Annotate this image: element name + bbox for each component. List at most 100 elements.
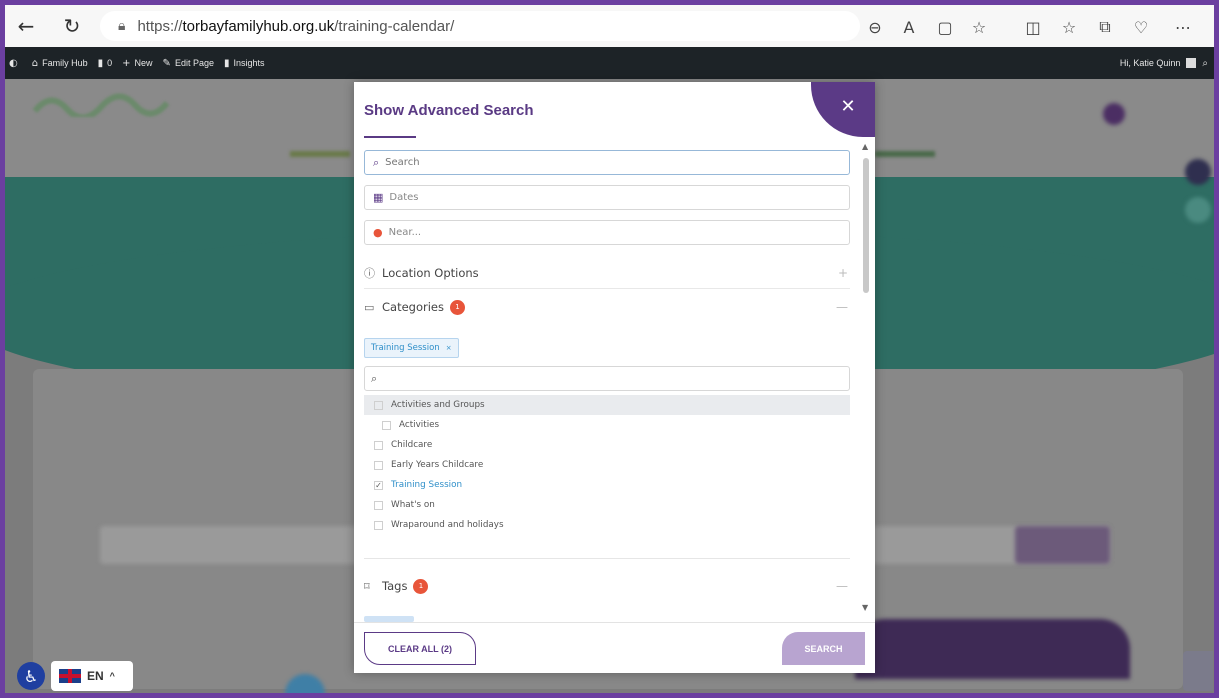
browser-essentials-icon[interactable]: ♡: [1129, 15, 1153, 39]
chevron-up-icon: ^: [109, 671, 115, 681]
category-search-icon: ⌕: [371, 371, 378, 385]
url-domain: torbayfamilyhub.org.uk: [182, 17, 335, 35]
admin-greeting[interactable]: Hi, Katie Quinn: [1120, 58, 1181, 68]
accessibility-icon[interactable]: ♿: [17, 662, 45, 690]
chip-remove-icon[interactable]: ×: [446, 344, 452, 352]
lock-icon: 🔒︎: [118, 18, 126, 34]
plus-icon: +: [122, 57, 131, 69]
bar-chart-icon: ▮: [223, 57, 230, 69]
checkbox[interactable]: [382, 420, 391, 430]
avatar[interactable]: [1186, 58, 1197, 68]
language-selector[interactable]: EN ^: [51, 661, 133, 691]
divider: [364, 558, 850, 559]
tags-label: Tags: [382, 579, 408, 593]
admin-insights-link[interactable]: ▮ Insights: [224, 58, 265, 69]
tags-section[interactable]: ⌑ Tags 1 —: [364, 570, 850, 602]
uk-flag-icon: [59, 669, 81, 683]
pencil-icon: ✎: [162, 57, 171, 69]
dates-placeholder: Dates: [389, 192, 419, 203]
side-icon-2: [1185, 197, 1211, 223]
search-icon: ⌕: [373, 155, 380, 169]
checkbox[interactable]: [374, 460, 383, 470]
collapse-minus-icon[interactable]: —: [836, 579, 848, 593]
split-screen-icon[interactable]: ◫: [1021, 15, 1045, 39]
info-icon: ⓘ: [364, 266, 375, 280]
location-options-label: Location Options: [382, 265, 479, 280]
home-icon: ⌂: [31, 57, 39, 69]
category-option[interactable]: Activities: [364, 415, 850, 435]
page-search-button: [1015, 526, 1110, 564]
chip-label: Training Session: [371, 343, 440, 353]
calendar-icon: ▦: [373, 191, 384, 204]
near-field[interactable]: ● Near...: [364, 220, 850, 245]
expand-plus-icon[interactable]: +: [838, 266, 848, 280]
selected-category-chip[interactable]: Training Session ×: [364, 338, 459, 358]
category-option[interactable]: Wraparound and holidays: [364, 515, 850, 535]
tags-count-badge: 1: [413, 578, 429, 594]
search-button[interactable]: SEARCH: [782, 632, 865, 665]
admin-edit-link[interactable]: ✎ Edit Page: [163, 58, 214, 69]
account-icon: [1103, 103, 1125, 125]
checkbox-checked[interactable]: ✓: [374, 480, 383, 490]
back-icon[interactable]: ←: [11, 11, 41, 41]
url-prefix: https://: [137, 17, 183, 35]
admin-comments-link[interactable]: ▮ 0: [98, 58, 113, 69]
close-button[interactable]: ✕: [811, 82, 875, 137]
side-icon-1: [1185, 159, 1211, 185]
category-option[interactable]: Activities and Groups: [364, 395, 850, 415]
url-path: /training-calendar/: [334, 17, 455, 35]
location-options-section[interactable]: ⓘ Location Options +: [364, 257, 850, 289]
clear-all-button[interactable]: CLEAR ALL (2): [364, 632, 476, 665]
title-underline: [364, 136, 416, 138]
admin-site-link[interactable]: ⌂ Family Hub: [32, 58, 88, 69]
close-icon: ✕: [840, 96, 856, 117]
category-search-input[interactable]: ⌕: [364, 366, 850, 391]
categories-section[interactable]: ▭ Categories 1 —: [364, 291, 850, 323]
favorite-star-icon[interactable]: ☆: [967, 15, 991, 39]
checkbox[interactable]: [374, 500, 383, 510]
refresh-icon[interactable]: ↻: [57, 11, 87, 41]
modal-title: Show Advanced Search: [364, 102, 534, 119]
recaptcha-badge: [1183, 651, 1213, 691]
category-option[interactable]: Childcare: [364, 435, 850, 455]
checkbox[interactable]: [374, 440, 383, 450]
checkbox[interactable]: [374, 400, 383, 410]
site-nav-blur: [290, 151, 350, 161]
near-placeholder: Near...: [388, 227, 422, 238]
advanced-search-modal: Show Advanced Search ✕ ⌕ ▦ Dates ● Near.…: [354, 82, 875, 673]
scrollbar-thumb[interactable]: [863, 158, 869, 293]
wp-logo-icon[interactable]: ◐: [9, 58, 22, 69]
immersive-reader-icon[interactable]: ▢: [933, 15, 957, 39]
collapse-minus-icon[interactable]: —: [836, 300, 848, 314]
category-option[interactable]: What's on: [364, 495, 850, 515]
admin-search-icon[interactable]: ⌕: [1202, 58, 1208, 69]
collections-icon[interactable]: ⧉: [1093, 15, 1117, 39]
browser-window: ← ↻ 🔒︎ https://torbayfamilyhub.org.uk/tr…: [0, 0, 1219, 698]
category-option[interactable]: ✓ Training Session: [364, 475, 850, 495]
scroll-down-icon[interactable]: ▼: [862, 603, 868, 612]
comment-icon: ▮: [97, 57, 104, 69]
read-aloud-icon[interactable]: A: [897, 15, 921, 39]
admin-new-link[interactable]: + New: [122, 58, 152, 69]
checkbox[interactable]: [374, 520, 383, 530]
zoom-icon[interactable]: ⊖: [863, 15, 887, 39]
categories-label: Categories: [382, 300, 444, 314]
categories-count-badge: 1: [450, 299, 465, 315]
scroll-up-icon[interactable]: ▲: [862, 142, 868, 151]
browser-toolbar: ← ↻ 🔒︎ https://torbayfamilyhub.org.uk/tr…: [5, 5, 1214, 47]
page-purple-banner: [855, 619, 1130, 679]
site-nav-blur-2: [875, 151, 935, 161]
modal-scrollbar[interactable]: ▲ ▼: [859, 140, 873, 612]
category-option[interactable]: Early Years Childcare: [364, 455, 850, 475]
favorites-icon[interactable]: ☆: [1057, 15, 1081, 39]
bookmark-icon: ⌑: [364, 579, 370, 593]
language-code: EN: [87, 669, 104, 683]
folder-icon: ▭: [364, 300, 375, 314]
site-logo: [31, 87, 171, 125]
address-bar[interactable]: 🔒︎ https://torbayfamilyhub.org.uk/traini…: [100, 11, 860, 41]
wp-admin-bar: ◐ ⌂ Family Hub ▮ 0 + New ✎ Edit Page ▮ Insigh…: [5, 47, 1214, 79]
dates-field[interactable]: ▦ Dates: [364, 185, 850, 210]
search-input[interactable]: [385, 157, 786, 168]
more-icon[interactable]: ⋯: [1171, 15, 1195, 39]
search-input-field[interactable]: ⌕: [364, 150, 850, 175]
